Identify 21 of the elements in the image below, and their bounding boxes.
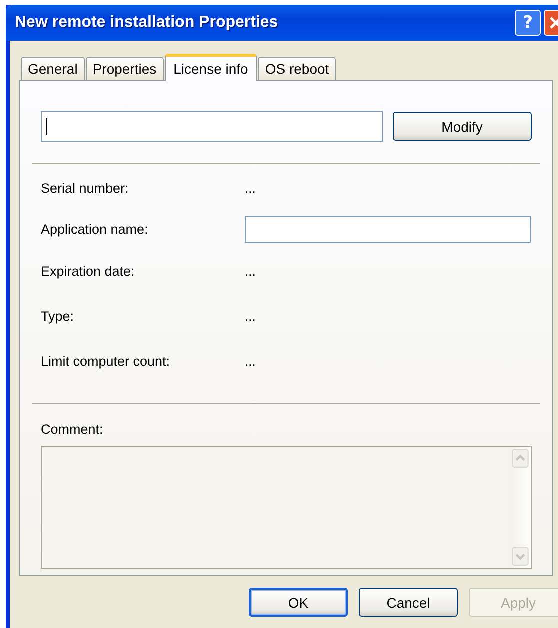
tab[interactable]: General [21,57,85,80]
field-label: Application name: [41,222,150,236]
modify-button[interactable]: Modify [392,112,532,141]
field-label: Expiration date: [41,264,136,278]
field-value: ... [245,308,257,324]
comment-label: Comment: [41,422,104,437]
dialog-button[interactable]: Cancel [359,588,458,617]
field-label: Limit computer count: [41,354,172,368]
field-value: ... [245,264,257,278]
dialog-button[interactable]: OK [249,588,348,617]
field-value: ... [245,354,257,368]
application-name-field[interactable] [245,216,531,242]
tab[interactable]: License info [164,54,258,81]
field-label: Type: [41,308,76,324]
license-input-field[interactable] [41,111,383,142]
tab[interactable]: OS reboot [258,57,336,80]
field-label: Serial number: [41,180,130,196]
help-button[interactable]: ? [515,10,541,36]
tab[interactable]: Properties [86,57,164,80]
field-value: ... [245,180,257,196]
window-title: New remote installation Properties [15,14,280,32]
